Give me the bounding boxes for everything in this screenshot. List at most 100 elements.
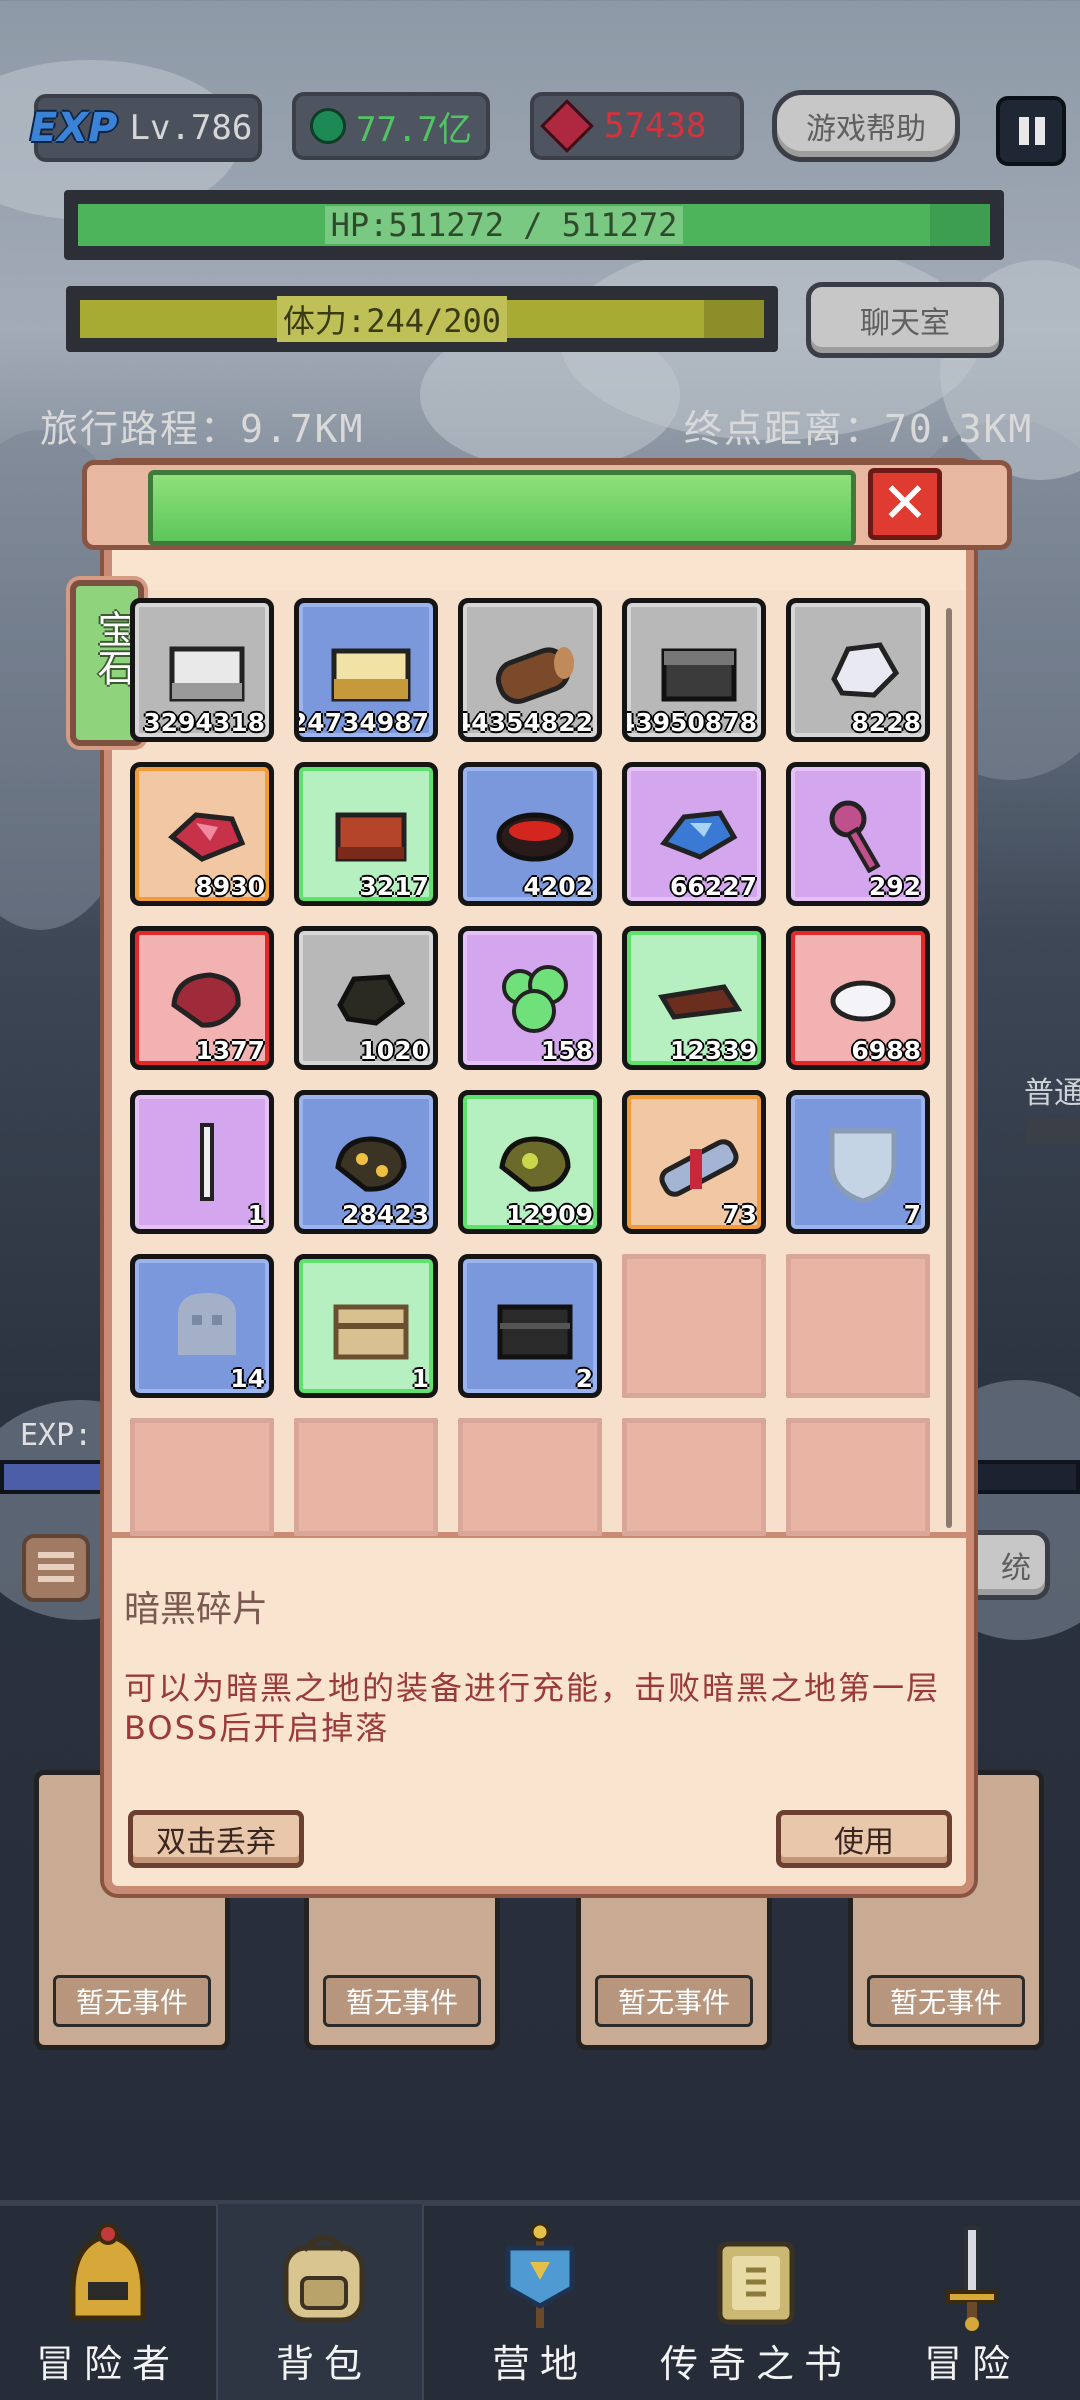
crystal-ore-icon — [831, 642, 900, 698]
inventory-slot[interactable]: 6988 — [786, 926, 930, 1070]
item-count: 4202 — [523, 872, 593, 901]
inventory-slot[interactable]: 12909 — [458, 1090, 602, 1234]
game-help-button[interactable]: 游戏帮助 — [772, 90, 960, 162]
level-panel: EXP Lv.786 — [30, 94, 262, 162]
green-ore-icon — [499, 1136, 571, 1192]
nav-camp[interactable]: 营地 — [432, 2210, 648, 2400]
item-count: 12909 — [506, 1200, 593, 1229]
use-button[interactable]: 使用 — [776, 1810, 952, 1868]
remaining-distance: 终点距离：70.3KM — [684, 407, 1034, 451]
item-count: 43950878 — [622, 708, 757, 737]
inventory-slot[interactable]: 8228 — [786, 598, 930, 742]
item-name: 暗黑碎片 — [124, 1589, 269, 1630]
inventory-slot[interactable]: 43950878 — [622, 598, 766, 742]
exp-label: EXP: — [20, 1418, 93, 1453]
camp-banner-icon — [490, 2222, 590, 2332]
brick-icon — [335, 812, 407, 862]
chat-room-button[interactable]: 聊天室 — [806, 282, 1004, 358]
bark-shard-icon — [657, 984, 743, 1020]
inventory-slot[interactable]: 12339 — [622, 926, 766, 1070]
empty-slot[interactable] — [294, 1418, 438, 1536]
travel-distance: 旅行路程：9.7KM — [40, 407, 365, 451]
log-icon[interactable] — [22, 1534, 90, 1602]
inventory-slot[interactable]: 14 — [130, 1254, 274, 1398]
mode-label-normal: 普通 — [1024, 1076, 1080, 1111]
exp-badge: EXP — [30, 105, 118, 151]
inventory-slot[interactable]: 1 — [294, 1254, 438, 1398]
item-count: 8930 — [195, 872, 265, 901]
stamina-bar-fill: 体力:244/200 — [80, 296, 764, 342]
item-count: 158 — [540, 1036, 593, 1065]
inventory-slot[interactable]: 1377 — [130, 926, 274, 1070]
inventory-slot[interactable]: 7 — [786, 1090, 930, 1234]
inventory-slot[interactable]: 66227 — [622, 762, 766, 906]
inventory-slot[interactable]: 3217 — [294, 762, 438, 906]
ruby-panel: 57438 — [530, 92, 744, 160]
nav-label: 冒险 — [923, 2342, 1020, 2386]
inventory-slot[interactable]: 158 — [458, 926, 602, 1070]
dark-chest-icon — [497, 1304, 573, 1360]
lava-stone-icon — [496, 812, 574, 862]
inventory-slot[interactable]: 73 — [622, 1090, 766, 1234]
item-count: 1 — [247, 1200, 265, 1229]
event-label: 暂无事件 — [595, 1975, 753, 2027]
item-count: 292 — [868, 872, 921, 901]
coal-block-icon — [661, 648, 737, 702]
stamina-text: 体力:244/200 — [276, 296, 508, 342]
ruby-crystal-icon — [168, 812, 246, 862]
inventory-slot[interactable]: 3294318 — [130, 598, 274, 742]
inventory-slot[interactable]: 2 — [458, 1254, 602, 1398]
item-count: 3294318 — [143, 708, 265, 737]
item-count: 44354822 — [458, 708, 593, 737]
level-text: Lv.786 — [129, 108, 253, 148]
item-count: 1020 — [359, 1036, 429, 1065]
adventurer-helmet-icon — [58, 2222, 158, 2332]
nav-adventure[interactable]: 冒险 — [864, 2210, 1080, 2400]
shield-icon — [829, 1128, 897, 1201]
nav-legend-book[interactable]: 传奇之书 — [648, 2210, 864, 2400]
red-gem-icon — [171, 972, 241, 1028]
empty-slot[interactable] — [622, 1254, 766, 1398]
inventory-slot[interactable]: 28423 — [294, 1090, 438, 1234]
item-count: 28423 — [342, 1200, 429, 1229]
hp-bar-fill: HP:511272 / 511272 — [78, 204, 990, 246]
sapphire-crystal-icon — [659, 810, 738, 860]
pause-icon — [1019, 117, 1029, 145]
stamina-bar: 体力:244/200 — [66, 286, 778, 352]
tab-gem-label: 宝石 — [91, 610, 135, 686]
empty-slot[interactable] — [786, 1418, 930, 1536]
item-count: 3217 — [359, 872, 429, 901]
inventory-slot[interactable]: 4202 — [458, 762, 602, 906]
slime-icon — [502, 965, 568, 1033]
empty-slot[interactable] — [458, 1418, 602, 1536]
pause-button[interactable] — [996, 96, 1066, 166]
item-description: 可以为暗黑之地的装备进行充能，击败暗黑之地第一层BOSS后开启掉落 — [124, 1669, 941, 1747]
hp-text: HP:511272 / 511272 — [324, 206, 684, 244]
inventory-slot[interactable]: 1 — [130, 1090, 274, 1234]
nav-adventurer[interactable]: 冒险者 — [0, 2210, 216, 2400]
event-label: 暂无事件 — [867, 1975, 1025, 2027]
empty-slot[interactable] — [130, 1418, 274, 1536]
empty-slot[interactable] — [622, 1418, 766, 1536]
discard-button[interactable]: 双击丢弃 — [128, 1810, 304, 1868]
inventory-slot[interactable]: 292 — [786, 762, 930, 906]
item-count: 14 — [230, 1364, 265, 1393]
close-button[interactable]: ✕ — [868, 468, 942, 540]
silver-ore-icon — [169, 646, 245, 702]
inventory-slot[interactable]: 24734987 — [294, 598, 438, 742]
ruby-icon — [540, 99, 594, 153]
emerald-panel: 77.7亿 — [292, 92, 490, 160]
inventory-slot[interactable]: 44354822 — [458, 598, 602, 742]
nav-label: 传奇之书 — [659, 2342, 852, 2386]
event-label: 暂无事件 — [323, 1975, 481, 2027]
inventory-slot[interactable]: 8930 — [130, 762, 274, 906]
wood-log-icon — [495, 647, 574, 704]
empty-slot[interactable] — [786, 1254, 930, 1398]
mode-slider[interactable] — [1026, 1118, 1080, 1144]
inventory-scrollbar[interactable] — [946, 608, 952, 1528]
inventory-slot[interactable]: 1020 — [294, 926, 438, 1070]
nav-backpack[interactable]: 背包 — [216, 2210, 432, 2400]
needle-icon — [200, 1123, 214, 1201]
top-status-bar: EXP Lv.786 77.7亿 57438 游戏帮助 — [0, 0, 1080, 166]
legend-book-icon — [706, 2222, 806, 2332]
